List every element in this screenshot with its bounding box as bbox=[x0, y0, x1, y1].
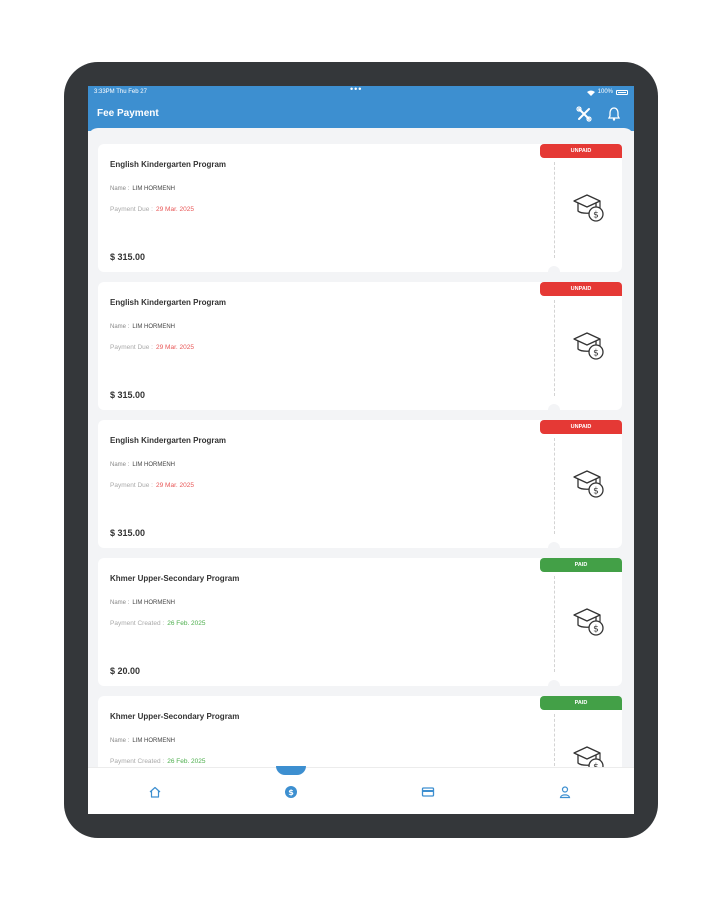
name-label: Name : bbox=[110, 324, 130, 330]
fee-card[interactable]: English Kindergarten Program Name : LIM H… bbox=[98, 144, 622, 278]
fee-amount: $ 315.00 bbox=[110, 390, 146, 400]
student-name: LIM HORMENH bbox=[132, 186, 176, 192]
ticket-notch bbox=[548, 680, 560, 692]
date-label: Payment Created : bbox=[110, 620, 165, 627]
program-title: English Kindergarten Program bbox=[110, 298, 227, 307]
multitask-dots[interactable]: ••• bbox=[350, 86, 362, 96]
name-label: Name : bbox=[110, 738, 130, 744]
graduation-fee-icon: $ bbox=[573, 608, 604, 636]
student-name-row: Name : LIM HORMENH bbox=[110, 600, 175, 606]
status-badge: PAID bbox=[540, 696, 622, 710]
student-name-row: Name : LIM HORMENH bbox=[110, 324, 175, 330]
graduation-fee-icon: $ bbox=[573, 332, 604, 360]
payment-date: 26 Feb. 2025 bbox=[167, 620, 206, 627]
active-tab-indicator bbox=[276, 766, 306, 775]
fee-card[interactable]: English Kindergarten Program Name : LIM H… bbox=[98, 282, 622, 416]
student-name-row: Name : LIM HORMENH bbox=[110, 462, 175, 468]
fee-card[interactable]: English Kindergarten Program Name : LIM H… bbox=[98, 420, 622, 554]
status-badge: UNPAID bbox=[540, 420, 622, 434]
student-name: LIM HORMENH bbox=[132, 600, 176, 606]
payment-date-row: Payment Created :26 Feb. 2025 bbox=[110, 620, 206, 627]
payment-date: 29 Mar. 2025 bbox=[156, 344, 194, 351]
payment-date-row: Payment Due :29 Mar. 2025 bbox=[110, 206, 194, 213]
svg-text:$: $ bbox=[593, 625, 599, 635]
wifi-icon bbox=[586, 90, 595, 96]
tablet-frame: 3:33PM Thu Feb 27 ••• 100% Fee Payment E… bbox=[64, 62, 658, 838]
payment-date-row: Payment Due :29 Mar. 2025 bbox=[110, 482, 194, 489]
payment-date-row: Payment Created :26 Feb. 2025 bbox=[110, 758, 206, 765]
name-label: Name : bbox=[110, 600, 130, 606]
date-label: Payment Due : bbox=[110, 206, 153, 213]
page-title: Fee Payment bbox=[97, 108, 159, 119]
svg-text:$: $ bbox=[288, 788, 294, 797]
dashed-divider bbox=[554, 162, 555, 258]
battery-icon bbox=[616, 90, 628, 95]
svg-text:$: $ bbox=[593, 211, 599, 221]
fee-amount: $ 20.00 bbox=[110, 666, 141, 676]
status-time: 3:33PM Thu Feb 27 bbox=[94, 89, 147, 95]
student-name: LIM HORMENH bbox=[132, 738, 176, 744]
ticket-notch bbox=[548, 266, 560, 278]
graduation-fee-icon: $ bbox=[573, 194, 604, 222]
date-label: Payment Due : bbox=[110, 482, 153, 489]
bell-icon[interactable] bbox=[606, 106, 622, 122]
program-title: Khmer Upper-Secondary Program bbox=[110, 574, 240, 583]
status-badge: PAID bbox=[540, 558, 622, 572]
profile-icon[interactable] bbox=[558, 785, 572, 799]
graduation-fee-icon: $ bbox=[573, 470, 604, 498]
status-right: 100% bbox=[586, 86, 628, 99]
date-label: Payment Created : bbox=[110, 758, 165, 765]
svg-text:$: $ bbox=[593, 487, 599, 497]
dashed-divider bbox=[554, 300, 555, 396]
student-name-row: Name : LIM HORMENH bbox=[110, 738, 175, 744]
name-label: Name : bbox=[110, 462, 130, 468]
payment-icon[interactable]: $ bbox=[284, 785, 298, 799]
app-screen: 3:33PM Thu Feb 27 ••• 100% Fee Payment E… bbox=[88, 86, 634, 814]
payment-date: 29 Mar. 2025 bbox=[156, 206, 194, 213]
payment-date-row: Payment Due :29 Mar. 2025 bbox=[110, 344, 194, 351]
name-label: Name : bbox=[110, 186, 130, 192]
ticket-notch bbox=[548, 542, 560, 554]
payment-date: 26 Feb. 2025 bbox=[167, 758, 206, 765]
ticket-notch bbox=[548, 404, 560, 416]
fee-card[interactable]: Khmer Upper-Secondary Program Name : LIM … bbox=[98, 696, 622, 778]
student-name-row: Name : LIM HORMENH bbox=[110, 186, 175, 192]
card-icon[interactable] bbox=[421, 785, 435, 799]
dashed-divider bbox=[554, 576, 555, 672]
program-title: Khmer Upper-Secondary Program bbox=[110, 712, 240, 721]
status-badge: UNPAID bbox=[540, 144, 622, 158]
fee-card[interactable]: Khmer Upper-Secondary Program Name : LIM … bbox=[98, 558, 622, 692]
status-badge: UNPAID bbox=[540, 282, 622, 296]
status-bar: 3:33PM Thu Feb 27 ••• 100% bbox=[88, 86, 634, 99]
payment-list[interactable]: English Kindergarten Program Name : LIM H… bbox=[88, 128, 634, 778]
app-bar: Fee Payment bbox=[88, 99, 634, 131]
program-title: English Kindergarten Program bbox=[110, 436, 227, 445]
svg-text:$: $ bbox=[593, 349, 599, 359]
date-label: Payment Due : bbox=[110, 344, 153, 351]
home-icon[interactable] bbox=[148, 785, 162, 799]
payment-date: 29 Mar. 2025 bbox=[156, 482, 194, 489]
tools-icon[interactable] bbox=[576, 106, 592, 122]
bottom-nav: $ bbox=[88, 766, 634, 814]
battery-percent: 100% bbox=[597, 89, 613, 95]
student-name: LIM HORMENH bbox=[132, 462, 176, 468]
fee-amount: $ 315.00 bbox=[110, 252, 146, 262]
dashed-divider bbox=[554, 438, 555, 534]
fee-amount: $ 315.00 bbox=[110, 528, 146, 538]
student-name: LIM HORMENH bbox=[132, 324, 176, 330]
program-title: English Kindergarten Program bbox=[110, 160, 227, 169]
